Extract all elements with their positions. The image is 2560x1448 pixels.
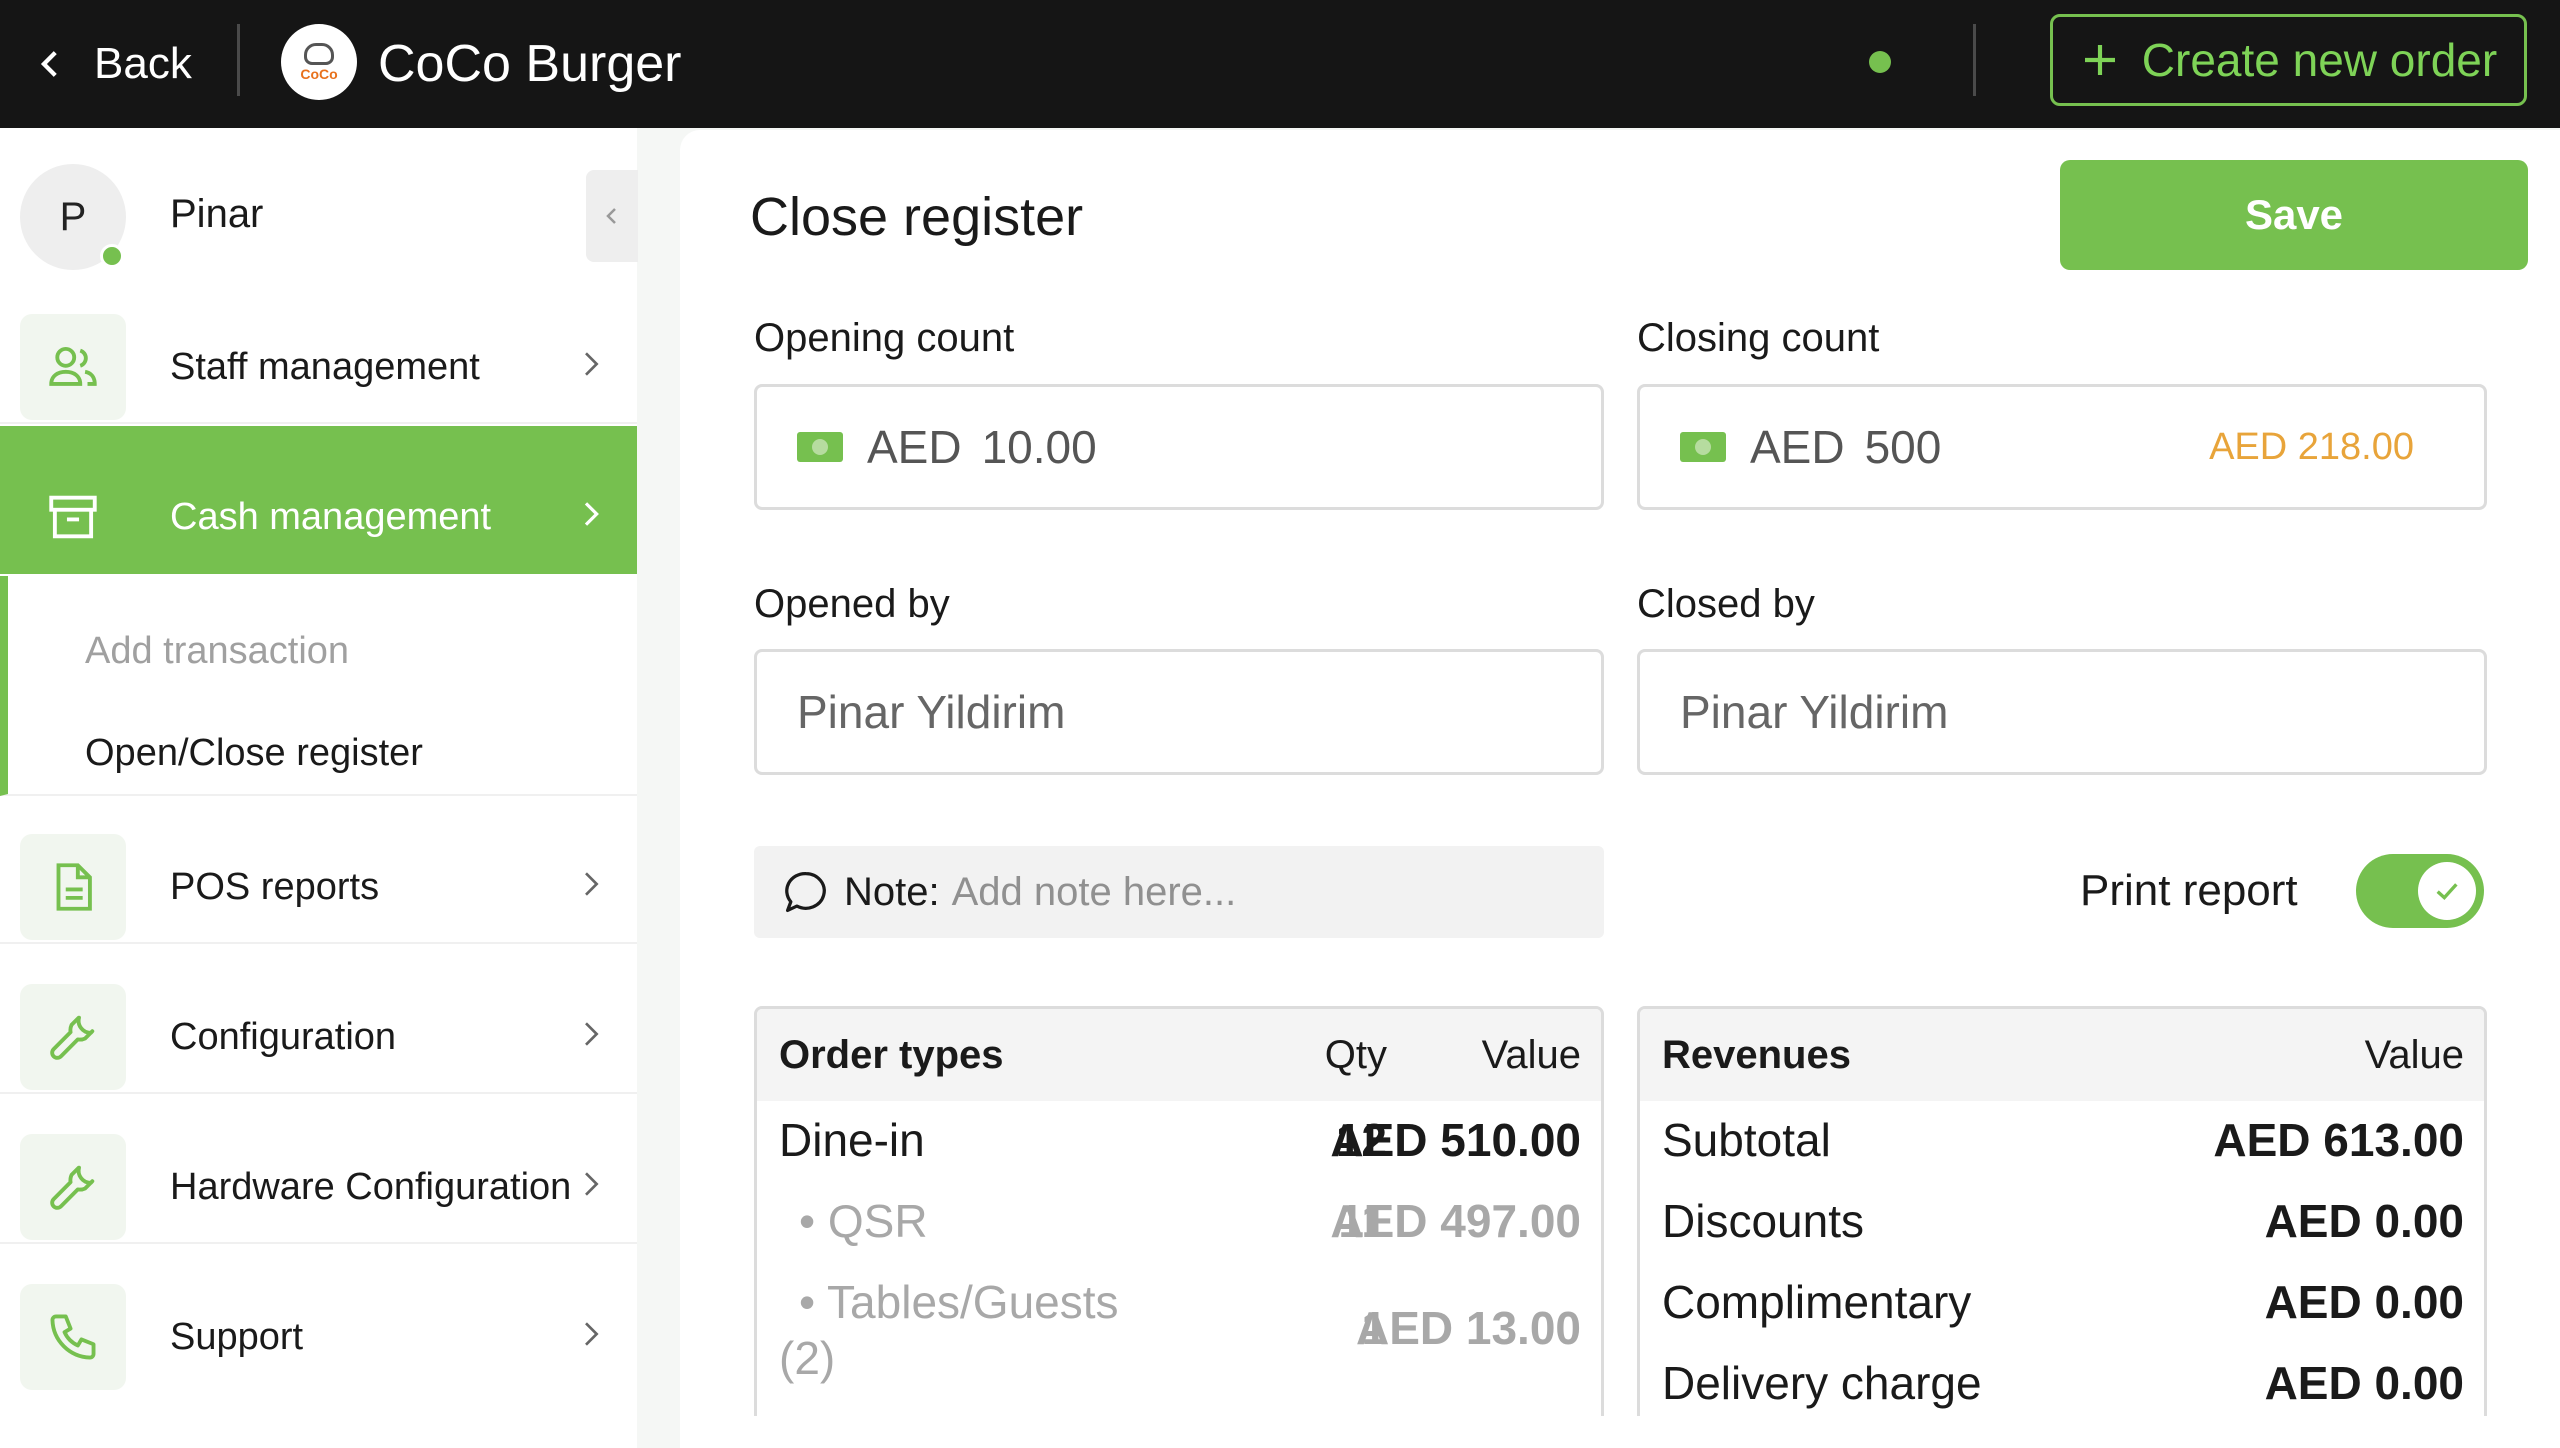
create-new-order-button[interactable]: Create new order xyxy=(2050,14,2527,106)
avatar-initial: P xyxy=(59,194,87,239)
document-icon xyxy=(20,834,126,940)
revenue-name: Subtotal xyxy=(1662,1114,1831,1166)
header-value: Value xyxy=(2364,1033,2464,1077)
connection-status-dot xyxy=(1869,51,1891,73)
closing-count-value: 500 xyxy=(1864,421,1942,473)
order-type-value: AED 13.00 xyxy=(1355,1302,1581,1354)
revenue-value: AED 0.00 xyxy=(2264,1357,2464,1409)
cash-icon xyxy=(1680,432,1726,462)
opened-by-value: Pinar Yildirim xyxy=(797,686,1066,738)
print-report-toggle[interactable] xyxy=(2356,854,2484,928)
logo-face-icon xyxy=(304,43,334,65)
sidebar: P Pinar Staff management Cash management… xyxy=(0,128,638,1448)
subitem-open-close-register[interactable]: Open/Close register xyxy=(85,732,423,775)
closed-by-field[interactable]: Pinar Yildirim xyxy=(1637,649,2487,775)
order-type-value: AED 510.00 xyxy=(1330,1114,1581,1166)
revenue-name: Discounts xyxy=(1662,1195,1864,1247)
phone-icon xyxy=(20,1284,126,1390)
speech-bubble-icon xyxy=(785,871,826,913)
sidebar-item-pos-reports[interactable]: POS reports xyxy=(0,796,637,944)
toggle-knob xyxy=(2418,862,2476,920)
brand-logo: CoCo xyxy=(281,24,357,100)
create-order-label: Create new order xyxy=(2141,34,2498,86)
divider xyxy=(237,24,240,96)
order-types-table: Order types Qty Value Dine-in 12 AED 510… xyxy=(754,1006,1604,1416)
order-type-name: • Tables/Guests xyxy=(799,1276,1119,1328)
opening-count-field[interactable]: AED 10.00 xyxy=(754,384,1604,510)
order-type-name-cont: (2) xyxy=(779,1332,836,1384)
revenue-name: Delivery charge xyxy=(1662,1357,1982,1409)
sidebar-item-staff-management[interactable]: Staff management xyxy=(0,276,637,424)
sidebar-item-label: Configuration xyxy=(170,1016,397,1058)
opening-count-value: 10.00 xyxy=(981,421,1097,473)
header-value: Value xyxy=(1481,1033,1581,1077)
logo-text: CoCo xyxy=(300,66,338,82)
sidebar-item-label: Support xyxy=(170,1316,304,1358)
header-revenues: Revenues xyxy=(1662,1033,1851,1077)
note-input[interactable]: Note: Add note here... xyxy=(754,846,1604,938)
cash-icon xyxy=(797,432,843,462)
opened-by-field[interactable]: Pinar Yildirim xyxy=(754,649,1604,775)
revenue-name: Complimentary xyxy=(1662,1276,1972,1328)
chevron-left-icon xyxy=(606,208,616,224)
subitem-add-transaction[interactable]: Add transaction xyxy=(85,630,349,673)
chevron-right-icon xyxy=(584,502,599,526)
divider xyxy=(1973,24,1976,96)
sidebar-item-label: Cash management xyxy=(170,496,492,538)
online-indicator xyxy=(100,244,124,268)
user-name: Pinar xyxy=(170,192,264,236)
back-button[interactable]: Back xyxy=(34,28,192,100)
user-profile: P Pinar xyxy=(0,142,637,274)
wrench-icon xyxy=(20,984,126,1090)
wrench-icon xyxy=(20,1134,126,1240)
sidebar-item-label: Staff management xyxy=(170,346,480,388)
sidebar-item-configuration[interactable]: Configuration xyxy=(0,946,637,1094)
closed-by-value: Pinar Yildirim xyxy=(1680,686,1949,738)
collapse-sidebar-button[interactable] xyxy=(586,170,638,262)
note-label: Note: xyxy=(844,869,940,914)
sidebar-item-support[interactable]: Support xyxy=(0,1246,637,1394)
closing-count-field[interactable]: AED 500 AED 218.00 xyxy=(1637,384,2487,510)
sidebar-item-label: Hardware Configuration xyxy=(170,1166,572,1208)
chevron-left-icon xyxy=(40,51,57,77)
currency-label: AED xyxy=(1750,421,1845,473)
print-report-label: Print report xyxy=(2080,866,2298,915)
sidebar-item-cash-management[interactable]: Cash management xyxy=(0,426,637,574)
closed-by-label: Closed by xyxy=(1637,582,1815,626)
revenue-value: AED 613.00 xyxy=(2213,1114,2464,1166)
expected-amount: AED 218.00 xyxy=(2209,425,2414,468)
chevron-right-icon xyxy=(585,872,599,896)
closing-count-label: Closing count xyxy=(1637,316,1880,360)
page-title: Close register xyxy=(750,187,1084,247)
header-order-types: Order types xyxy=(779,1033,1004,1077)
check-icon xyxy=(2436,883,2458,901)
brand-name: CoCo Burger xyxy=(378,35,682,93)
chevron-right-icon xyxy=(585,1172,599,1196)
staff-icon xyxy=(20,314,126,420)
cash-drawer-icon xyxy=(20,464,126,570)
back-label: Back xyxy=(94,39,192,88)
plus-icon xyxy=(2084,45,2115,75)
order-type-name: • QSR xyxy=(799,1195,928,1247)
order-type-value: AED 497.00 xyxy=(1330,1195,1581,1247)
chevron-right-icon xyxy=(585,1322,599,1346)
revenues-table: Revenues Value Subtotal AED 613.00 Disco… xyxy=(1637,1006,2487,1416)
revenue-value: AED 0.00 xyxy=(2264,1276,2464,1328)
currency-label: AED xyxy=(867,421,962,473)
sidebar-item-hardware-configuration[interactable]: Hardware Configuration xyxy=(0,1096,637,1244)
chevron-right-icon xyxy=(585,352,599,376)
revenue-value: AED 0.00 xyxy=(2264,1195,2464,1247)
opening-count-label: Opening count xyxy=(754,316,1015,360)
note-placeholder: Add note here... xyxy=(951,869,1237,914)
opened-by-label: Opened by xyxy=(754,582,950,626)
top-bar: Back CoCo CoCo Burger Create new order xyxy=(0,0,2560,128)
avatar[interactable]: P xyxy=(20,164,126,270)
order-type-name: Dine-in xyxy=(779,1114,925,1166)
sidebar-item-label: POS reports xyxy=(170,866,380,908)
save-button[interactable]: Save xyxy=(2060,160,2528,270)
chevron-right-icon xyxy=(585,1022,599,1046)
cash-management-submenu: Add transaction Open/Close register xyxy=(0,576,637,796)
